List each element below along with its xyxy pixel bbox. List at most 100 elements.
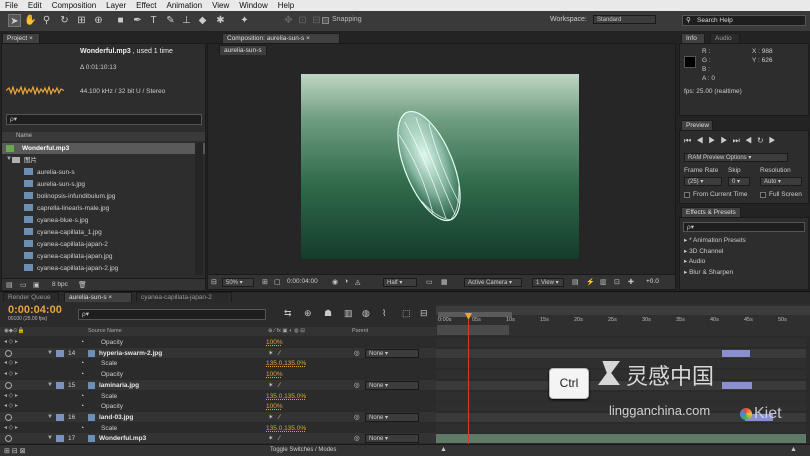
project-scrollbar[interactable] <box>195 143 203 275</box>
layer-row[interactable]: ▼ 14 hyperia-swarm-2.jpg ✶ ⁄ ◎ None ▾ <box>0 347 436 359</box>
tab-timeline-aurelia[interactable]: aurelia-sun-s × <box>64 292 132 302</box>
parent-dropdown[interactable]: None ▾ <box>365 348 419 358</box>
layer-label-color[interactable] <box>56 435 64 443</box>
live-update-icon[interactable]: ⊟ <box>420 308 428 319</box>
project-list-item[interactable]: caprella-linearis-male.jpg <box>24 203 109 215</box>
pickwhip-icon[interactable]: ◎ <box>354 412 360 423</box>
ram-preview-icon[interactable]: ▶ <box>769 136 781 145</box>
transparency-grid-icon[interactable]: ▦ <box>441 278 448 286</box>
frame-blending-icon[interactable]: ▥ <box>344 308 353 319</box>
project-list-item[interactable]: cyanea-blue-s.jpg <box>24 215 88 227</box>
property-track[interactable] <box>436 338 806 347</box>
layer-switches-icon[interactable]: ✶ ⁄ <box>268 380 280 391</box>
effects-item-audio[interactable]: ▸ Audio <box>684 257 746 268</box>
layer-duration-bar[interactable] <box>436 434 806 444</box>
layer-switches-icon[interactable]: ✶ ⁄ <box>268 433 280 444</box>
ram-preview-range[interactable] <box>437 325 509 335</box>
hide-shy-layers-icon[interactable]: ☗ <box>324 308 332 319</box>
from-current-time-checkbox[interactable] <box>684 192 690 198</box>
project-folder-row[interactable]: ▼ 图片 <box>2 155 205 166</box>
keyframe-navigator-icon[interactable]: ◂ ◇ ▸ <box>4 423 18 434</box>
project-column-header[interactable]: Name <box>2 132 205 141</box>
effects-item-blur-sharpen[interactable]: ▸ Blur & Sharpen <box>684 268 746 279</box>
layer-switches-icon[interactable]: ✶ ⁄ <box>268 412 280 423</box>
tab-preview[interactable]: Preview <box>681 120 713 130</box>
region-of-interest-icon[interactable]: ▭ <box>426 278 433 286</box>
menu-help[interactable]: Help <box>273 1 299 10</box>
layer-switches-icon[interactable]: ✶ ⁄ <box>268 348 280 359</box>
bit-depth-label[interactable]: 8 bpc <box>52 281 68 288</box>
ram-preview-options-dropdown[interactable]: RAM Preview Options ▾ <box>684 153 788 162</box>
property-value[interactable]: 100% <box>266 369 283 380</box>
composition-viewer-image[interactable] <box>301 74 579 259</box>
roto-brush-tool-icon[interactable]: ✱ <box>214 14 227 27</box>
property-value[interactable]: 135.0,135.0% <box>266 358 306 369</box>
brush-tool-icon[interactable]: ✎ <box>164 14 177 27</box>
mute-icon[interactable]: ◀ <box>745 136 757 145</box>
world-axis-icon[interactable]: ⊡ <box>296 14 309 27</box>
timeline-icon[interactable]: ▥ <box>600 278 607 286</box>
full-screen-checkbox[interactable] <box>760 192 766 198</box>
layer-name[interactable]: hyperia-swarm-2.jpg <box>99 348 162 359</box>
expand-collapse-icon[interactable]: ⊞ ⊟ ⊠ <box>4 447 26 455</box>
play-icon[interactable]: ▶ <box>708 136 720 145</box>
frame-rate-dropdown[interactable]: (25) ▾ <box>684 177 722 186</box>
new-folder-icon[interactable]: ▭ <box>20 281 27 289</box>
snapping-checkbox[interactable] <box>322 17 329 24</box>
fast-previews-icon[interactable]: ⚡ <box>586 278 595 286</box>
property-row[interactable]: ◂ ◇ ▸ ◔ Opacity 100% <box>0 401 436 413</box>
layer-row[interactable]: ▼ 15 laminaria.jpg ✶ ⁄ ◎ None ▾ <box>0 379 436 391</box>
keyframe-navigator-icon[interactable]: ◂ ◇ ▸ <box>4 358 18 369</box>
resolution-preview-dropdown[interactable]: Auto ▾ <box>760 177 802 186</box>
grid-guides-icon[interactable]: ⊞ <box>262 278 268 286</box>
show-snapshot-icon[interactable]: ◑ <box>344 278 348 285</box>
property-value[interactable]: 100% <box>266 401 283 412</box>
current-time-display[interactable]: 0:00:04:00 <box>8 304 62 316</box>
eraser-tool-icon[interactable]: ◆ <box>196 14 209 27</box>
visibility-eye-icon[interactable] <box>5 349 12 357</box>
project-list-item[interactable]: cyanea-capillata-japan.jpg <box>24 251 113 263</box>
new-composition-icon[interactable]: ▣ <box>33 281 40 289</box>
composition-timecode[interactable]: 0:00:04:00 <box>287 278 318 285</box>
comp-flowchart-icon[interactable]: ⊡ <box>614 278 620 286</box>
property-row[interactable]: ◂ ◇ ▸ ◔ Opacity 100% <box>0 337 436 348</box>
menu-edit[interactable]: Edit <box>23 1 47 10</box>
selection-tool-icon[interactable]: ➤ <box>8 14 21 27</box>
project-list-item[interactable]: cyanea-capillata_1.jpg <box>24 227 102 239</box>
layer-expand-icon[interactable]: ▼ <box>47 348 53 359</box>
previous-frame-icon[interactable]: ◀ <box>696 136 708 145</box>
menu-window[interactable]: Window <box>234 1 272 10</box>
motion-blur-icon[interactable]: ◍ <box>362 308 370 319</box>
tab-info[interactable]: Info <box>681 33 705 43</box>
parent-dropdown[interactable]: None ▾ <box>365 380 419 390</box>
graph-editor-icon[interactable]: ⌇ <box>382 308 386 319</box>
delete-icon[interactable]: 🗑 <box>78 281 87 289</box>
workspace-dropdown[interactable]: Standard <box>593 15 656 24</box>
visibility-eye-icon[interactable] <box>5 413 12 421</box>
layer-row[interactable]: ▼ 16 land-03.jpg ✶ ⁄ ◎ None ▾ <box>0 411 436 423</box>
project-list-item[interactable]: cyanea-capillata-japan-2 <box>24 239 108 251</box>
property-value[interactable]: 135.0,135.0% <box>266 423 306 434</box>
puppet-tool-icon[interactable]: ✦ <box>238 14 251 27</box>
tab-timeline-cyanea[interactable]: cyanea-capillata-japan-2 <box>136 292 232 302</box>
toggle-switches-modes[interactable]: Toggle Switches / Modes <box>270 447 336 453</box>
stopwatch-icon[interactable]: ◔ <box>80 337 84 348</box>
project-search-input[interactable]: ρ▾ <box>6 114 202 125</box>
layer-label-color[interactable] <box>56 349 64 357</box>
menu-effect[interactable]: Effect <box>131 1 161 10</box>
view-layout-dropdown[interactable]: 1 View ▾ <box>532 278 564 287</box>
keyframe-navigator-icon[interactable]: ◂ ◇ ▸ <box>4 401 18 412</box>
project-list-item[interactable]: aurelia-sun-s <box>24 167 75 179</box>
layer-name[interactable]: laminaria.jpg <box>99 380 139 391</box>
pixel-aspect-icon[interactable]: ▤ <box>572 278 579 286</box>
search-help-input[interactable]: ⚲ Search Help <box>682 15 806 26</box>
time-ruler[interactable]: 0:00s 05s 10s 15s 20s 25s 30s 35s 40s 45s 50s <box>436 304 810 336</box>
tab-project[interactable]: Project × <box>2 33 40 43</box>
loop-icon[interactable]: ↻ <box>757 136 769 145</box>
property-value[interactable]: 100% <box>266 337 283 348</box>
rectangle-tool-icon[interactable]: ■ <box>114 14 127 27</box>
menu-view[interactable]: View <box>207 1 234 10</box>
zoom-tool-icon[interactable]: ⚲ <box>40 14 53 27</box>
layer-duration-bar[interactable] <box>436 348 806 358</box>
pickwhip-icon[interactable]: ◎ <box>354 348 360 359</box>
